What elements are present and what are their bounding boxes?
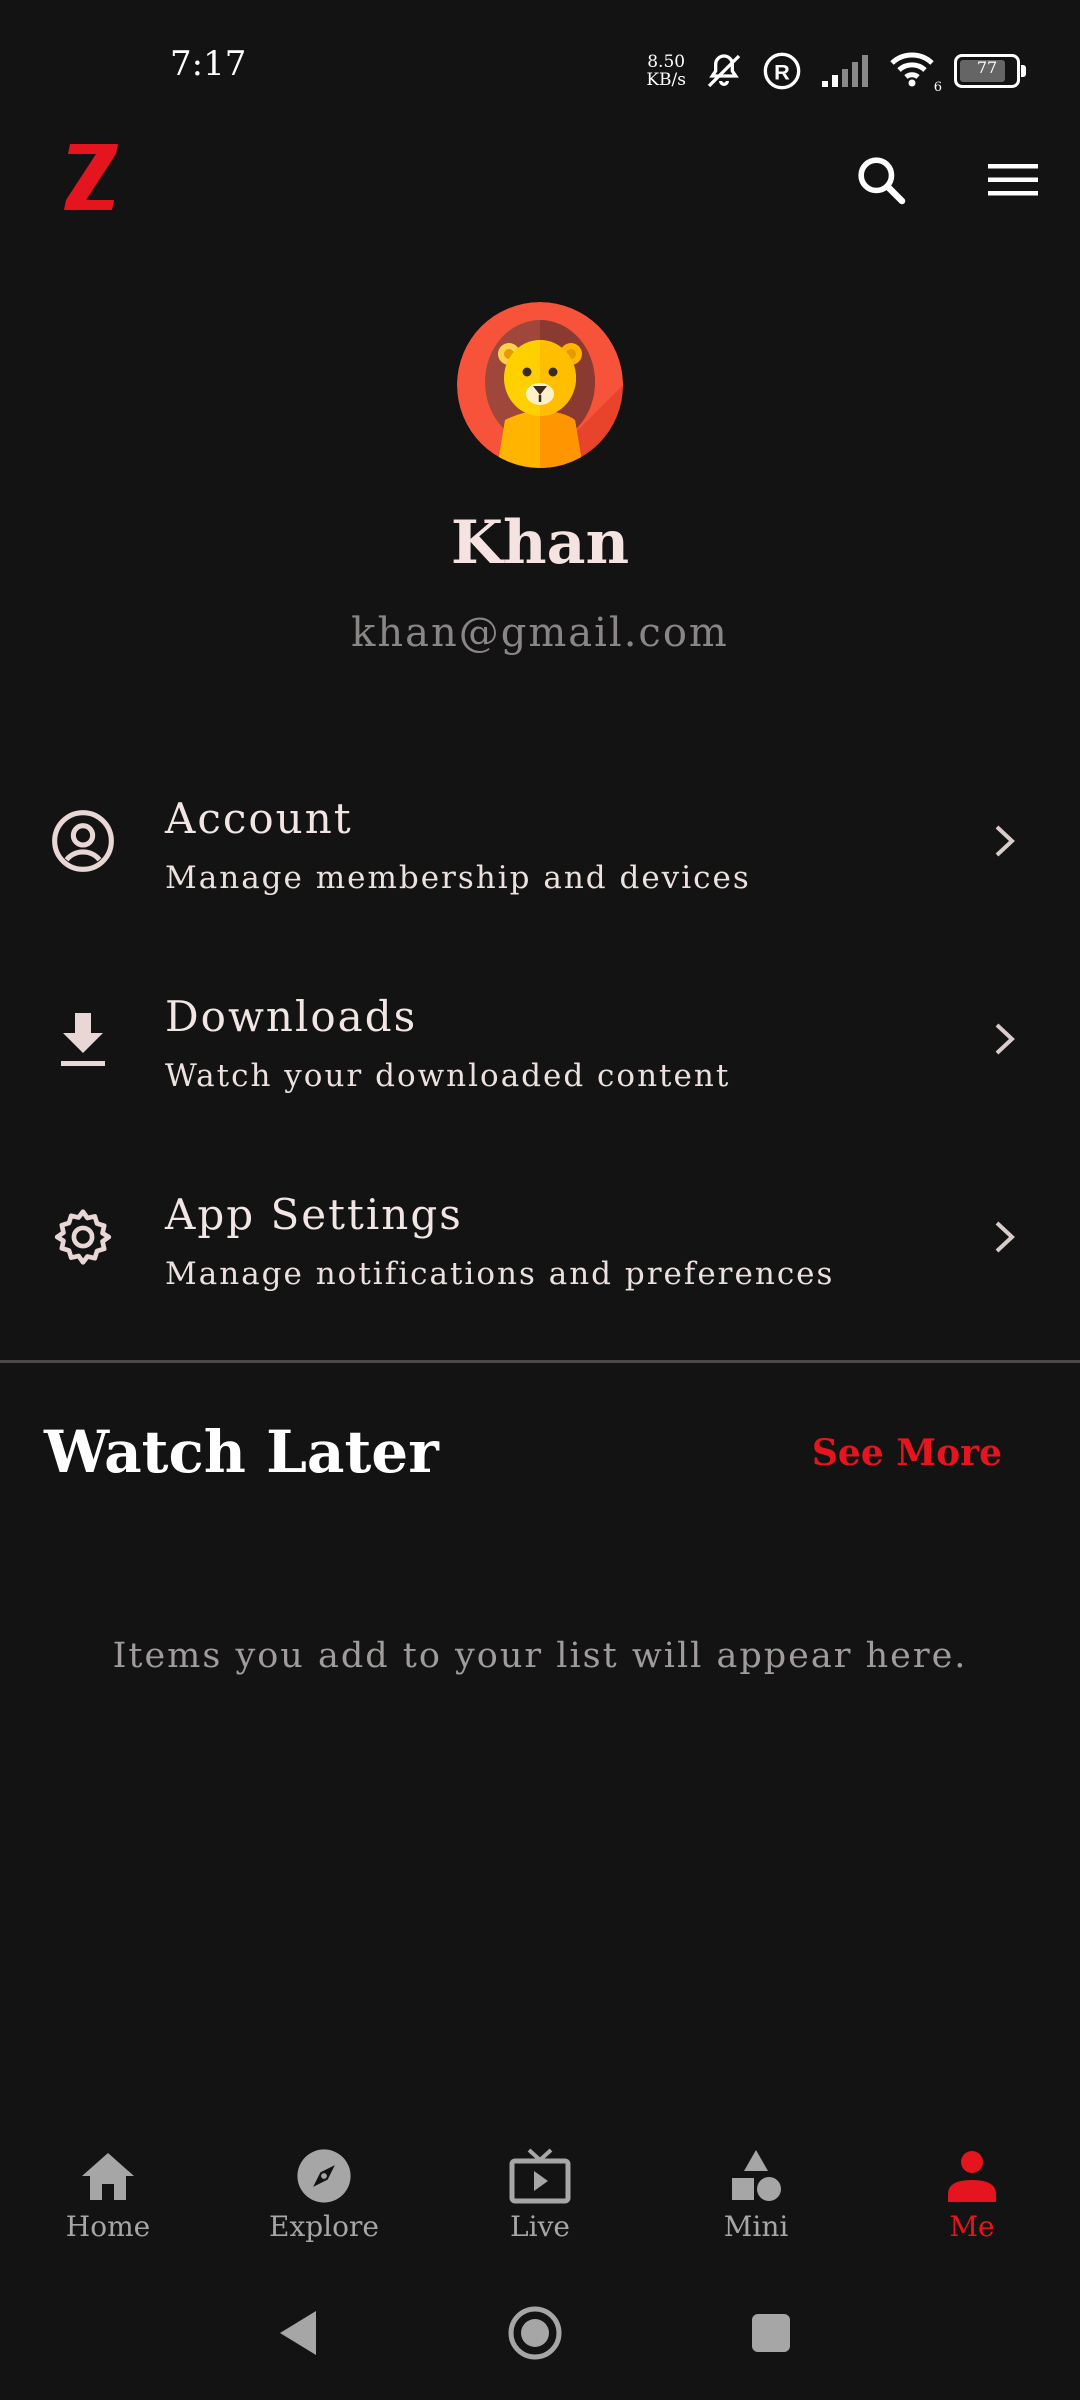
download-icon	[48, 1004, 118, 1074]
tv-icon	[508, 2144, 572, 2208]
nav-label: Explore	[269, 2210, 379, 2243]
menu-row-downloads[interactable]: Downloads Watch your downloaded content	[0, 940, 1080, 1138]
system-nav-bar	[0, 2288, 1080, 2378]
nav-item-explore[interactable]: Explore	[216, 2110, 432, 2260]
menu-row-subtitle: Watch your downloaded content	[165, 1058, 731, 1094]
nav-item-me[interactable]: Me	[864, 2110, 1080, 2260]
menu-row-app-settings[interactable]: App Settings Manage notifications and pr…	[0, 1138, 1080, 1336]
wifi-icon	[890, 52, 934, 87]
back-icon[interactable]	[276, 2308, 320, 2358]
status-time: 7:17	[170, 44, 247, 84]
status-icons: 8.50 KB/s R 6 77	[646, 48, 1026, 95]
chevron-right-icon	[995, 1221, 1015, 1253]
person-icon	[940, 2144, 1004, 2208]
search-icon	[858, 157, 906, 205]
battery-icon: 77	[954, 54, 1026, 88]
net-speed-unit: KB/s	[646, 70, 686, 90]
lion-avatar-icon	[457, 302, 623, 468]
wifi-badge: 6	[933, 80, 942, 95]
menu-row-title: Account	[165, 794, 353, 843]
chevron-right-icon	[995, 1023, 1015, 1055]
avatar[interactable]	[457, 302, 623, 468]
nav-item-mini[interactable]: Mini	[648, 2110, 864, 2260]
compass-icon	[292, 2144, 356, 2208]
home-button-icon[interactable]	[506, 2304, 564, 2362]
menu-button[interactable]	[978, 140, 1048, 220]
chevron-right-icon	[995, 825, 1015, 857]
see-more-link[interactable]: See More	[812, 1432, 1002, 1474]
nav-label: Live	[510, 2210, 570, 2243]
nav-label: Mini	[723, 2210, 789, 2243]
nav-label: Me	[949, 2210, 995, 2243]
logo-z-icon	[64, 144, 118, 210]
wifi-indicator: 6	[888, 49, 942, 95]
home-icon	[76, 2144, 140, 2208]
svg-text:R: R	[774, 59, 790, 84]
signal-icon	[822, 55, 868, 87]
shapes-icon	[724, 2144, 788, 2208]
menu-row-title: Downloads	[165, 992, 418, 1041]
recents-icon[interactable]	[750, 2312, 792, 2354]
net-speed: 8.50 KB/s	[646, 53, 686, 89]
net-speed-value: 8.50	[647, 52, 686, 72]
menu-row-subtitle: Manage membership and devices	[165, 860, 751, 896]
account-circle-icon	[48, 806, 118, 876]
search-button[interactable]	[846, 140, 916, 220]
profile-name: Khan	[450, 508, 630, 578]
registered-icon: R	[763, 52, 801, 90]
profile-email: khan@gmail.com	[351, 610, 729, 656]
app-logo[interactable]	[62, 140, 122, 214]
battery-level: 77	[976, 58, 998, 77]
watch-later-title: Watch Later	[44, 1418, 439, 1486]
menu-row-title: App Settings	[165, 1190, 463, 1239]
hamburger-icon	[988, 164, 1038, 196]
section-divider	[0, 1360, 1080, 1363]
watch-later-empty-message: Items you add to your list will appear h…	[112, 1636, 968, 1676]
nav-item-live[interactable]: Live	[432, 2110, 648, 2260]
nav-item-home[interactable]: Home	[0, 2110, 216, 2260]
bell-muted-icon	[707, 54, 741, 88]
bottom-nav: Home Explore Live Mini Me	[0, 2110, 1080, 2260]
nav-label: Home	[65, 2210, 151, 2243]
menu-row-account[interactable]: Account Manage membership and devices	[0, 742, 1080, 940]
menu-row-subtitle: Manage notifications and preferences	[165, 1256, 835, 1292]
gear-icon	[48, 1202, 118, 1272]
